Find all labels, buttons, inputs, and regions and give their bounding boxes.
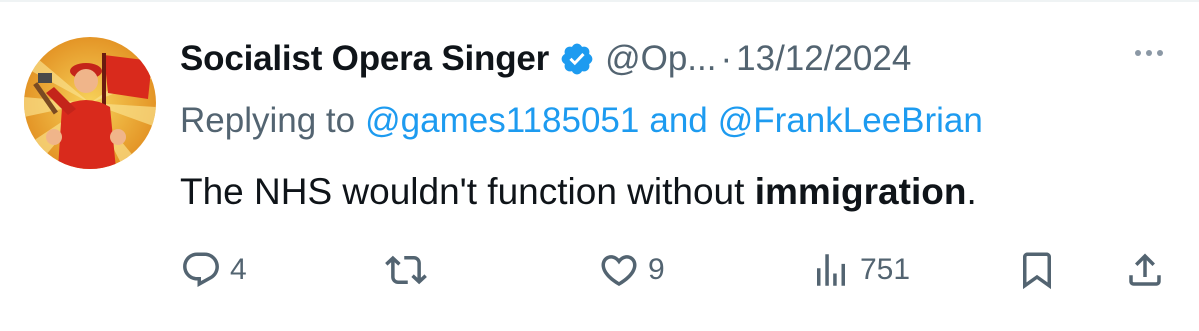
more-dot	[1157, 50, 1163, 56]
action-bar: 4 9 751	[180, 245, 1165, 295]
tweet-text-end: .	[966, 171, 977, 212]
replying-to-line: Replying to @games1185051 and @FrankLeeB…	[180, 98, 983, 144]
like-count: 9	[648, 253, 665, 286]
views-button[interactable]: 751	[810, 245, 910, 295]
top-divider	[0, 0, 1199, 2]
author-name[interactable]: Socialist Opera Singer	[180, 39, 549, 79]
verified-badge-icon	[559, 41, 595, 77]
mention-link-2[interactable]: @FrankLeeBrian	[718, 101, 983, 141]
tweet-text: The NHS wouldn't function without immigr…	[180, 168, 977, 216]
reply-count: 4	[230, 253, 247, 286]
header-separator: ·	[720, 39, 733, 78]
replying-prefix: Replying to	[180, 101, 356, 140]
views-bar-chart-icon	[810, 249, 852, 291]
author-handle[interactable]: @Op...	[605, 39, 716, 79]
retweet-icon	[385, 249, 427, 291]
tweet-text-plain: The NHS wouldn't function without	[180, 171, 755, 212]
bookmark-icon	[1016, 249, 1058, 291]
mention-joiner[interactable]: and	[649, 101, 707, 141]
like-button[interactable]: 9	[598, 245, 665, 295]
bookmark-button[interactable]	[1016, 245, 1058, 295]
tweet-text-bold: immigration	[754, 171, 967, 212]
views-count: 751	[860, 253, 911, 286]
mention-link-1[interactable]: @games1185051	[365, 101, 639, 141]
tweet-date[interactable]: 13/12/2024	[736, 39, 911, 79]
more-dot	[1146, 50, 1152, 56]
reply-icon	[180, 249, 222, 291]
heart-icon	[598, 249, 640, 291]
retweet-button[interactable]	[385, 245, 435, 295]
tweet-header: Socialist Opera Singer @Op... · 13/12/20…	[180, 34, 911, 84]
more-dot	[1135, 50, 1141, 56]
share-button[interactable]	[1124, 245, 1166, 295]
more-options-icon[interactable]	[1135, 50, 1163, 56]
avatar[interactable]	[24, 37, 156, 169]
reply-button[interactable]: 4	[180, 245, 247, 295]
share-icon	[1124, 249, 1166, 291]
